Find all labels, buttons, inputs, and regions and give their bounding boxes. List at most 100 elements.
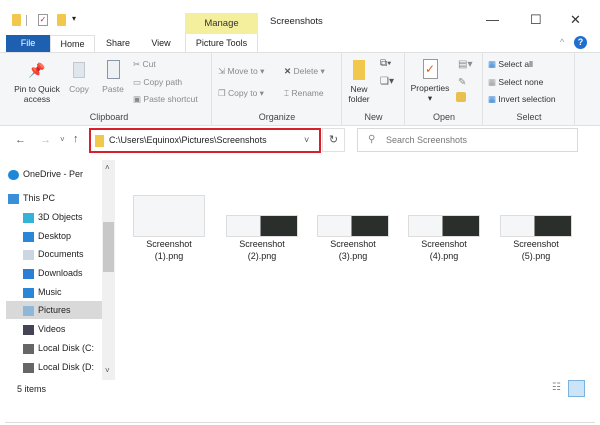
file-thumbnail[interactable] xyxy=(226,215,298,237)
open-icon[interactable]: ▤▾ xyxy=(458,59,472,70)
file-item[interactable]: Screenshot (2).png xyxy=(222,238,302,262)
file-item[interactable]: Screenshot (4).png xyxy=(404,238,484,262)
history-icon[interactable] xyxy=(456,92,466,102)
group-label-open: Open xyxy=(432,112,456,122)
nav-item[interactable]: 3D Objects xyxy=(6,208,102,226)
nav-item[interactable]: Desktop xyxy=(6,227,102,245)
divider xyxy=(26,15,27,26)
refresh-button[interactable]: ↻ xyxy=(322,128,345,152)
nav-item[interactable]: This PC xyxy=(6,189,102,207)
collapse-ribbon-icon[interactable]: ^ xyxy=(560,37,564,47)
file-name: (3).png xyxy=(338,251,368,261)
properties-quick-icon[interactable]: ✓ xyxy=(38,14,48,26)
new-folder-button[interactable]: New folder xyxy=(345,60,373,104)
select-none-button[interactable]: ▦ Select none xyxy=(488,77,543,88)
copy-button[interactable]: Copy xyxy=(68,62,90,94)
file-item[interactable]: Screenshot (3).png xyxy=(313,238,393,262)
file-thumbnail[interactable] xyxy=(408,215,480,237)
tab-picture-tools[interactable]: Picture Tools xyxy=(185,34,258,52)
address-bar[interactable]: C:\Users\Equinox\Pictures\Screenshots ˅ xyxy=(89,128,321,153)
nav-item-label: Local Disk (D: xyxy=(38,362,95,372)
edit-icon[interactable]: ✎ xyxy=(458,77,466,88)
file-thumbnail[interactable] xyxy=(500,215,572,237)
file-name: (1).png xyxy=(154,251,184,261)
nav-item[interactable]: Downloads xyxy=(6,264,102,282)
properties-icon: ✓ xyxy=(422,59,438,79)
tab-view[interactable]: View xyxy=(143,35,179,52)
tab-file[interactable]: File xyxy=(6,35,50,52)
nav-item[interactable]: Local Disk (C: xyxy=(6,339,102,357)
new-folder-quick-icon[interactable] xyxy=(57,14,66,26)
copy-icon xyxy=(73,62,85,78)
delete-button[interactable]: ✕ Delete ▾ xyxy=(284,66,325,77)
search-input[interactable]: Search Screenshots xyxy=(386,135,467,145)
back-button[interactable]: ← xyxy=(15,134,26,146)
nav-item[interactable]: Videos xyxy=(6,320,102,338)
new-item-icon[interactable]: ⧉▾ xyxy=(380,58,391,69)
nav-item-label: Desktop xyxy=(38,231,72,241)
maximize-button[interactable]: ☐ xyxy=(530,12,542,28)
close-button[interactable]: ✕ xyxy=(570,12,581,28)
move-icon: ⇲ xyxy=(218,66,226,76)
file-thumbnail[interactable] xyxy=(133,195,205,237)
nav-scrollbar[interactable]: ˄ ˅ xyxy=(102,160,115,380)
scissors-icon: ✂ xyxy=(133,59,141,69)
invert-selection-button[interactable]: ▦ Invert selection xyxy=(488,94,556,105)
scrollbar-thumb[interactable] xyxy=(103,222,114,272)
details-view-button[interactable]: ☷ xyxy=(552,382,561,393)
folder-icon xyxy=(95,135,104,147)
move-to-button[interactable]: ⇲ Move to ▾ xyxy=(218,66,264,77)
nav-item[interactable]: Documents xyxy=(6,245,102,263)
forward-button[interactable]: → xyxy=(40,134,51,146)
copy-to-icon: ❐ xyxy=(218,88,226,98)
nav-item-label: Videos xyxy=(38,324,66,334)
properties-button[interactable]: ✓ Properties ▾ xyxy=(408,59,452,104)
file-item[interactable]: Screenshot (1).png xyxy=(129,238,209,262)
computer-icon xyxy=(8,193,19,204)
copy-path-button[interactable]: ▭ Copy path xyxy=(133,77,182,88)
paste-shortcut-button[interactable]: ▣ Paste shortcut xyxy=(133,94,198,105)
paste-shortcut-icon: ▣ xyxy=(133,94,142,104)
easy-access-icon[interactable]: ❏▾ xyxy=(380,76,394,87)
rename-button[interactable]: ⌶ Rename xyxy=(284,88,324,99)
recent-locations-button[interactable]: ˅ xyxy=(60,135,65,144)
tab-home[interactable]: Home xyxy=(50,35,95,52)
cut-button[interactable]: ✂ Cut xyxy=(133,59,156,70)
help-icon[interactable]: ? xyxy=(574,36,587,49)
pin-to-quick-access-button[interactable]: 📌 Pin to Quick access xyxy=(8,62,66,104)
group-label-clipboard: Clipboard xyxy=(89,112,129,122)
drive-icon xyxy=(23,362,34,373)
copy-to-button[interactable]: ❐ Copy to ▾ xyxy=(218,88,264,99)
nav-item-label: OneDrive - Per xyxy=(23,169,84,179)
pin-icon: 📌 xyxy=(28,62,46,78)
file-thumbnail[interactable] xyxy=(317,215,389,237)
copy-path-icon: ▭ xyxy=(133,77,142,87)
bottom-border xyxy=(5,422,595,423)
address-dropdown-icon[interactable]: ˅ xyxy=(304,135,309,145)
file-name: (2).png xyxy=(247,251,277,261)
address-path[interactable]: C:\Users\Equinox\Pictures\Screenshots xyxy=(109,135,267,145)
file-item[interactable]: Screenshot (5).png xyxy=(496,238,576,262)
search-box[interactable]: ⚲ Search Screenshots xyxy=(357,128,578,152)
paste-button[interactable]: Paste xyxy=(100,60,126,94)
status-item-count: 5 items xyxy=(17,384,47,394)
scroll-up-icon[interactable]: ˄ xyxy=(105,163,110,172)
tab-share[interactable]: Share xyxy=(100,35,136,52)
file-name: (5).png xyxy=(521,251,551,261)
file-name: (4).png xyxy=(429,251,459,261)
nav-item[interactable]: Pictures xyxy=(6,301,102,319)
large-icons-view-button[interactable] xyxy=(568,380,585,397)
customize-quick-access-icon[interactable]: ▾ xyxy=(72,14,76,23)
nav-item[interactable]: Music xyxy=(6,283,102,301)
group-label-new: New xyxy=(364,112,383,122)
file-name: Screenshot xyxy=(330,239,376,249)
nav-item[interactable]: Local Disk (D: xyxy=(6,358,102,376)
download-icon xyxy=(23,268,34,279)
scroll-down-icon[interactable]: ˅ xyxy=(105,366,110,375)
select-all-button[interactable]: ▦ Select all xyxy=(488,59,533,70)
delete-x-icon: ✕ xyxy=(284,66,292,76)
context-tab-manage[interactable]: Manage xyxy=(185,13,258,34)
minimize-button[interactable]: — xyxy=(486,12,499,27)
up-button[interactable]: ↑ xyxy=(73,133,79,145)
nav-item[interactable]: OneDrive - Per xyxy=(6,165,102,183)
